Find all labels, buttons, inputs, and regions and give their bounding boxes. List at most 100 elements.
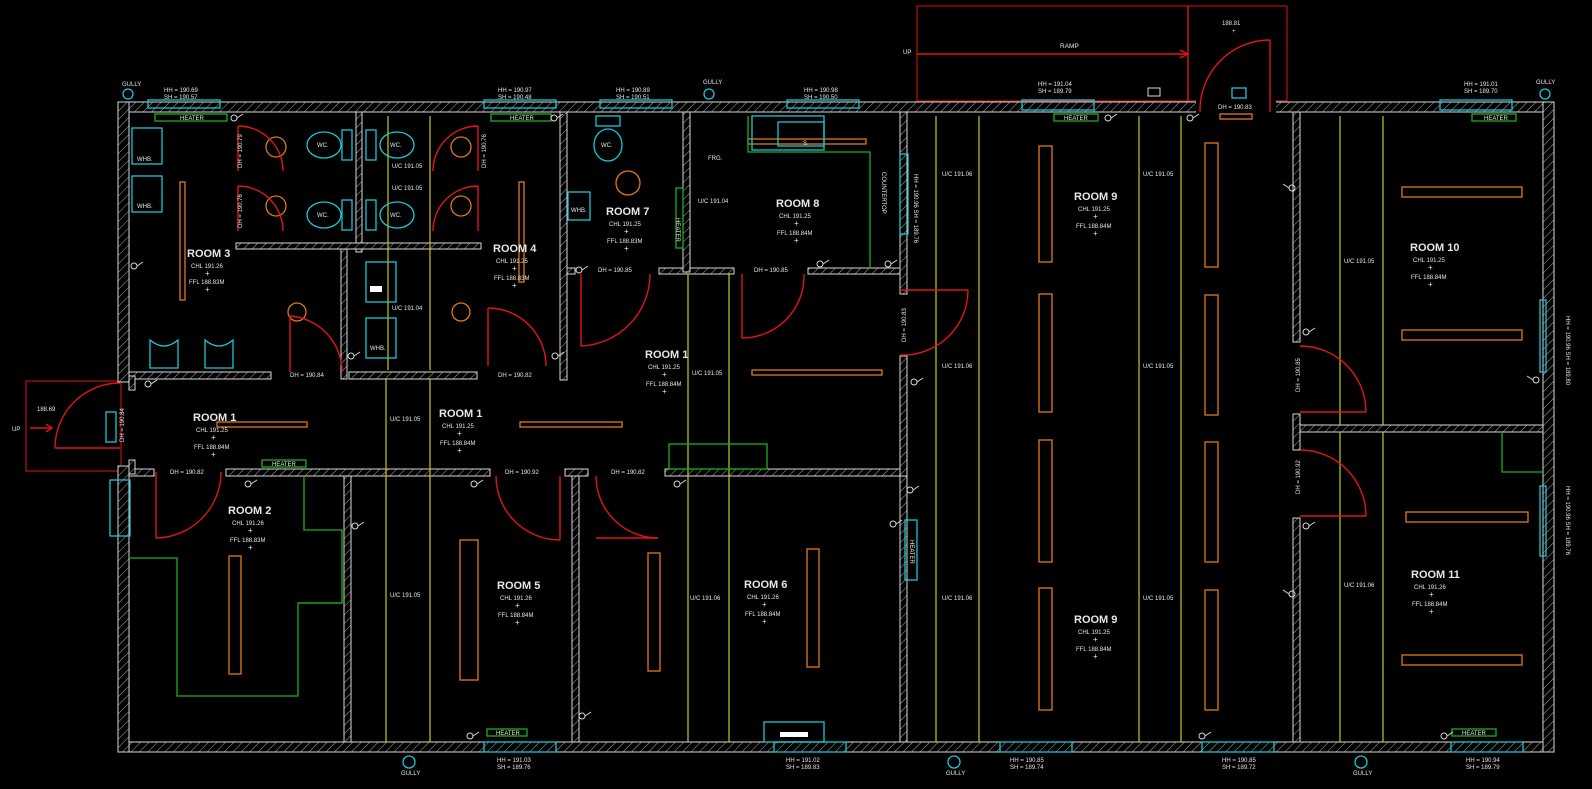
top-hh: HH = 191.01 — [1464, 82, 1499, 88]
dh-label: DH = 190.85 — [1296, 357, 1302, 392]
side-level: HH = 190.96 SH = 189.76 — [1564, 486, 1570, 556]
room-11-label: ROOM 11 CHL 191.26 FFL 188.84M — [1411, 569, 1460, 608]
bottom-hh: HH = 191.03 — [497, 758, 532, 764]
bottom-hh: HH = 191.02 — [786, 758, 821, 764]
svg-text:ROOM 10: ROOM 10 — [1410, 242, 1460, 254]
svg-text:+: + — [762, 600, 767, 609]
room-10-label: ROOM 10 CHL 191.25 FFL 188.84M — [1410, 242, 1460, 281]
heater-label: HEATER — [1462, 731, 1487, 737]
top-hh: HH = 190.69 — [164, 88, 199, 94]
floor-plan: RAMP UP 188.81 + UP 188.69 HEATER HEATER… — [12, 5, 1570, 777]
room-4-label: ROOM 4 CHL 191.25 FFL 188.83M — [493, 243, 537, 282]
heater-vertical-label: HEATER — [908, 540, 914, 565]
dh-label: DH = 190.92 — [505, 470, 540, 476]
top-sh: SH = 190.57 — [164, 95, 198, 101]
basin-label: WHB. — [370, 346, 386, 352]
uc-label: U/C 191.04 — [698, 199, 729, 205]
dh-label: DH = 190.82 — [611, 470, 646, 476]
furniture — [129, 116, 1543, 697]
bottom-sh: SH = 189.76 — [497, 765, 531, 771]
basin-label: WHB. — [137, 157, 153, 163]
svg-text:+: + — [248, 543, 253, 552]
svg-text:+: + — [211, 433, 216, 442]
top-window-levels: HH = 190.69 SH = 190.57 HH = 190.97 SH =… — [164, 82, 1499, 101]
svg-text:+: + — [1093, 652, 1098, 661]
uc-label: U/C 191.05 — [390, 417, 421, 423]
gully-label: GULLY — [1353, 771, 1372, 777]
svg-text:+: + — [662, 370, 667, 379]
heater-label: HEATER — [272, 462, 297, 468]
uc-label: U/C 191.06 — [942, 596, 973, 602]
bottom-sh: SH = 189.74 — [1010, 765, 1044, 771]
room-1-label: ROOM 1 CHL 191.25 FFL 188.84M — [193, 412, 236, 451]
svg-text:ROOM 9: ROOM 9 — [1074, 614, 1117, 626]
room-1-label: ROOM 1 CHL 191.25 FFL 188.84M — [439, 408, 482, 447]
wc-label: WC. — [317, 213, 329, 219]
top-sh: SH = 190.48 — [498, 95, 532, 101]
room-labels: ROOM 3 CHL 191.26 FFL 188.83M ROOM 4 CHL… — [187, 191, 1460, 653]
entrance: UP 188.69 — [12, 380, 122, 472]
door-heads: DH = 190.84 DH = 190.82 DH = 190.85 DH =… — [120, 105, 1302, 494]
svg-text:+: + — [512, 281, 517, 290]
svg-text:ROOM 2: ROOM 2 — [228, 505, 271, 517]
svg-text:ROOM 6: ROOM 6 — [744, 579, 787, 591]
gully-label: GULLY — [946, 771, 965, 777]
dh-label: DH = 190.76 — [238, 193, 244, 228]
bottom-hh: HH = 190.94 — [1466, 758, 1501, 764]
svg-text:+: + — [457, 429, 462, 438]
heater-label: HEATER — [510, 116, 535, 122]
svg-text:+: + — [515, 601, 520, 610]
svg-text:ROOM 4: ROOM 4 — [493, 243, 537, 255]
room-7-label: ROOM 7 CHL 191.25 FFL 188.83M — [606, 206, 649, 245]
counter-label: COUNTERTOP — [880, 172, 886, 214]
wc-label: WC. — [317, 143, 329, 149]
bottom-sh: SH = 189.83 — [786, 765, 820, 771]
top-sh: SH = 189.79 — [1038, 89, 1072, 95]
svg-text:ROOM 1: ROOM 1 — [645, 349, 688, 361]
top-hh: HH = 190.97 — [498, 88, 533, 94]
uc-label: U/C 191.06 — [690, 596, 721, 602]
heater-label: HEATER — [1484, 116, 1509, 122]
room-9-label: ROOM 9 CHL 191.25 FFL 188.84M — [1074, 614, 1117, 653]
room-8-label: ROOM 8 CHL 191.25 FFL 188.84M — [776, 198, 819, 237]
ramp-up-label: UP — [903, 50, 911, 56]
bottom-sh: SH = 189.79 — [1466, 765, 1500, 771]
dh-label: DH = 190.82 — [498, 373, 533, 379]
uc-label: U/C 191.05 — [392, 186, 423, 192]
room-1-label: ROOM 1 CHL 191.25 FFL 188.84M — [645, 349, 688, 388]
dh-label: DH = 190.83 — [1218, 105, 1253, 111]
dh-label: DH = 190.82 — [170, 470, 205, 476]
uc-label: U/C 191.04 — [392, 306, 423, 312]
svg-text:ROOM 1: ROOM 1 — [439, 408, 482, 420]
side-level: HH = 190.96 SH = 189.76 — [912, 174, 918, 244]
sink-label: S. — [803, 141, 809, 147]
dh-label: DH = 190.79 — [238, 133, 244, 168]
entrance-up-label: UP — [12, 427, 20, 433]
doors — [155, 39, 1367, 541]
gully-label: GULLY — [1536, 80, 1555, 86]
svg-text:ROOM 5: ROOM 5 — [497, 580, 540, 592]
room-6-label: ROOM 6 CHL 191.26 FFL 188.84M — [744, 579, 787, 618]
heater-label: HEATER — [1064, 116, 1089, 122]
room-9-label: ROOM 9 CHL 191.25 FFL 188.84M — [1074, 191, 1117, 230]
uc-label: U/C 191.05 — [692, 371, 723, 377]
svg-text:+: + — [1429, 590, 1434, 599]
wc-label: WC. — [601, 143, 613, 149]
svg-text:+: + — [205, 269, 210, 278]
entrance-level: 188.69 — [37, 407, 56, 413]
svg-text:+: + — [1093, 212, 1098, 221]
bottom-window-levels: HH = 191.03 SH = 189.76 HH = 191.02 SH =… — [497, 758, 1501, 771]
svg-text:ROOM 11: ROOM 11 — [1411, 569, 1460, 581]
heater-label: HEATER — [496, 731, 521, 737]
heater-vertical-label: HEATER — [674, 218, 680, 243]
wc-label: WC. — [390, 213, 402, 219]
dh-label: DH = 190.85 — [754, 268, 789, 274]
dh-label: DH = 190.83 — [902, 307, 908, 342]
svg-text:ROOM 7: ROOM 7 — [606, 206, 649, 218]
svg-text:ROOM 1: ROOM 1 — [193, 412, 236, 424]
svg-text:+: + — [762, 617, 767, 626]
dh-label: DH = 190.92 — [1296, 459, 1302, 494]
uc-label: U/C 191.06 — [942, 364, 973, 370]
bottom-hh: HH = 190.85 — [1222, 758, 1257, 764]
svg-text:+: + — [624, 227, 629, 236]
